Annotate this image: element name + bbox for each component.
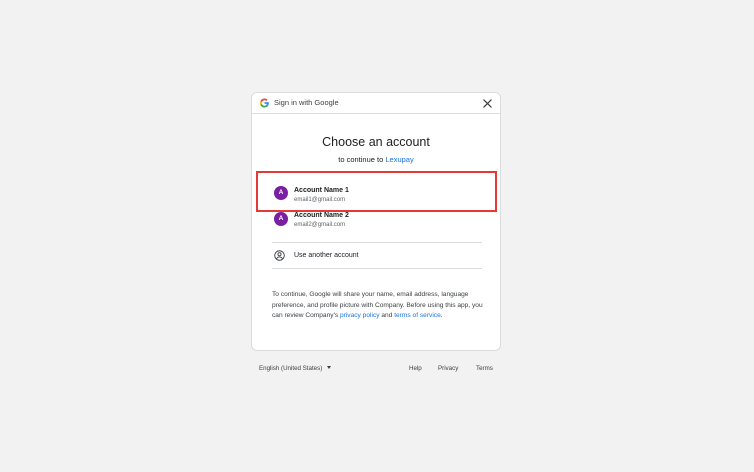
header-title: Sign in with Google — [274, 98, 339, 107]
person-circle-icon — [274, 250, 285, 261]
subtitle: to continue to Lexupay — [252, 155, 500, 165]
consent-end: . — [440, 312, 443, 319]
use-another-account-label: Use another account — [294, 252, 359, 259]
terms-link[interactable]: Terms — [476, 365, 493, 372]
terms-of-service-link[interactable]: terms of service — [394, 312, 441, 319]
consent-and: and — [379, 312, 395, 319]
account-list: A Account Name 1 email1@gmail.com A Acco… — [272, 176, 482, 269]
language-label: English (United States) — [259, 365, 323, 372]
use-another-account-button[interactable]: Use another account — [272, 243, 482, 268]
consent-text: To continue, Google will share your name… — [272, 290, 484, 322]
app-name-link[interactable]: Lexupay — [385, 155, 413, 164]
avatar: A — [274, 212, 288, 226]
help-link[interactable]: Help — [409, 365, 422, 372]
language-selector[interactable]: English (United States) — [259, 365, 332, 372]
account-email: email1@gmail.com — [294, 197, 346, 203]
account-item-1[interactable]: A Account Name 1 email1@gmail.com — [272, 176, 482, 208]
dialog-header: Sign in with Google — [252, 93, 500, 114]
subtitle-prefix: to continue to — [338, 155, 386, 164]
close-icon — [482, 98, 492, 108]
footer: English (United States) Help Privacy Ter… — [259, 365, 495, 375]
close-button[interactable] — [480, 96, 494, 110]
google-g-icon — [260, 98, 269, 108]
avatar: A — [274, 186, 288, 200]
sign-in-dialog: Sign in with Google Choose an account to… — [251, 92, 501, 351]
divider — [272, 268, 482, 269]
account-email: email2@gmail.com — [294, 222, 346, 228]
page-title: Choose an account — [322, 135, 430, 149]
account-name: Account Name 2 — [294, 212, 349, 219]
account-item-2[interactable]: A Account Name 2 email2@gmail.com — [272, 208, 482, 242]
account-name: Account Name 1 — [294, 187, 349, 194]
caret-down-icon — [327, 366, 332, 369]
privacy-policy-link[interactable]: privacy policy — [340, 312, 380, 319]
privacy-link[interactable]: Privacy — [438, 365, 458, 372]
